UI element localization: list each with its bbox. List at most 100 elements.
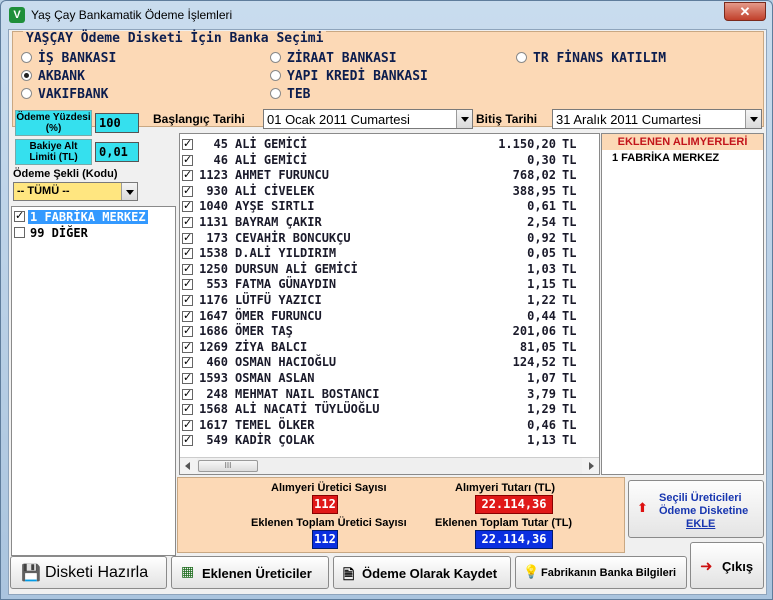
table-row[interactable]: 173 CEVAHİR BONCUKÇU 0,92 TL <box>180 231 599 247</box>
app-window: V Yaş Çay Bankamatik Ödeme İşlemleri ✕ Y… <box>0 0 773 600</box>
table-row[interactable]: 1686 ÖMER TAŞ 201,06 TL <box>180 324 599 340</box>
producer-currency: TL <box>562 230 577 245</box>
added-producers-button[interactable]: ▦ Eklenen Üreticiler <box>171 556 329 589</box>
radio-teb[interactable]: TEB <box>270 87 310 102</box>
producer-amount: 0,05 <box>527 246 556 261</box>
close-button[interactable]: ✕ <box>724 2 766 21</box>
producer-code: 46 <box>213 152 228 167</box>
radio-akbank[interactable]: AKBANK <box>21 69 85 84</box>
checkbox[interactable] <box>182 402 193 416</box>
checkbox[interactable] <box>182 153 193 166</box>
chevron-down-icon[interactable] <box>456 110 472 128</box>
table-row[interactable]: 248 MEHMAT NAIL BOSTANCI 3,79 TL <box>180 387 599 403</box>
table-row[interactable]: 1568 ALİ NACATİ TÜYLÜOĞLU 1,29 TL <box>180 402 599 418</box>
end-date-label: Bitiş Tarihi <box>476 112 538 126</box>
checkbox[interactable] <box>182 199 193 213</box>
added-buyers-list: EKLENEN ALIMYERLERİ 1 FABRİKA MERKEZ <box>601 133 764 475</box>
debt-limit-input[interactable]: 0,01 <box>95 142 139 162</box>
table-row[interactable]: 1176 LÜTFÜ YAZICI 1,22 TL <box>180 293 599 309</box>
factory-bank-info-button[interactable]: 💡 Fabrikanın Banka Bilgileri <box>515 556 687 589</box>
checkbox[interactable] <box>182 262 193 275</box>
table-row[interactable]: 549 KADİR ÇOLAK 1,13 TL <box>180 433 599 449</box>
factory-label: 99 DİĞER <box>30 226 88 240</box>
end-date-value: 31 Aralık 2011 Cumartesi <box>556 112 701 127</box>
checkbox[interactable] <box>182 231 193 244</box>
checkbox[interactable] <box>182 137 193 150</box>
table-row[interactable]: 1593 OSMAN ASLAN 1,07 TL <box>180 371 599 387</box>
producer-name: ÖMER FURUNCU <box>235 308 322 323</box>
checkbox[interactable] <box>182 324 193 338</box>
checkbox[interactable] <box>182 355 193 369</box>
producer-count-value: 112 <box>312 495 338 514</box>
list-item[interactable]: 1 FABRİKA MERKEZ <box>12 209 175 225</box>
document-icon: 🗎 <box>343 567 355 583</box>
table-row[interactable]: 1647 ÖMER FURUNCU 0,44 TL <box>180 309 599 325</box>
table-row[interactable]: 1617 TEMEL ÖLKER 0,46 TL <box>180 418 599 434</box>
radio-ziraat[interactable]: ZİRAAT BANKASI <box>270 51 397 66</box>
list-item[interactable]: 99 DİĞER <box>12 225 175 241</box>
table-row[interactable]: 1538 D.ALİ YILDIRIM 0,05 TL <box>180 246 599 262</box>
radio-label: İŞ BANKASI <box>38 51 117 66</box>
producer-name: DURSUN ALİ GEMİCİ <box>235 261 358 276</box>
radio-is-bankasi[interactable]: İŞ BANKASI <box>21 51 116 66</box>
checkbox[interactable] <box>182 246 193 260</box>
payment-type-select[interactable]: -- TÜMÜ -- <box>13 182 138 201</box>
window-title: Yaş Çay Bankamatik Ödeme İşlemleri <box>31 8 233 22</box>
radio-tr-finans[interactable]: TR FİNANS KATILIM <box>516 51 666 66</box>
table-row[interactable]: 1123 AHMET FURUNCU 768,02 TL <box>180 168 599 184</box>
scroll-right-icon[interactable] <box>582 458 599 474</box>
table-row[interactable]: 46 ALİ GEMİCİ 0,30 TL <box>180 153 599 169</box>
factory-label: 1 FABRİKA MERKEZ <box>28 210 148 224</box>
scroll-left-icon[interactable] <box>180 458 197 474</box>
producer-amount: 0,44 <box>527 308 556 323</box>
table-row[interactable]: 1269 ZİYA BALCI 81,05 TL <box>180 340 599 356</box>
end-date-picker[interactable]: 31 Aralık 2011 Cumartesi <box>552 109 762 129</box>
producer-code: 1123 <box>199 168 228 183</box>
add-to-disk-button[interactable]: ⬆ Seçili Üreticileri Ödeme Disketine EKL… <box>628 480 764 538</box>
table-row[interactable]: 1131 BAYRAM ÇAKIR 2,54 TL <box>180 215 599 231</box>
added-amount-label: Eklenen Toplam Tutar (TL) <box>435 517 573 529</box>
scroll-thumb[interactable]: III <box>198 460 258 472</box>
producer-rows: 45 ALİ GEMİCİ 1.150,20 TL 46 ALİ GEMİCİ 0,30 TL… <box>180 134 599 449</box>
table-icon: ▦ <box>181 564 195 580</box>
producer-name: ALİ NACATİ TÜYLÜOĞLU <box>235 402 380 417</box>
producer-code: 1269 <box>199 339 228 354</box>
checkbox[interactable] <box>182 371 193 384</box>
checkbox[interactable] <box>182 309 193 322</box>
checkbox[interactable] <box>182 418 193 431</box>
horizontal-scrollbar[interactable]: III <box>180 457 599 474</box>
payment-percent-input[interactable]: 100 <box>95 113 139 133</box>
table-row[interactable]: 553 FATMA GÜNAYDIN 1,15 TL <box>180 277 599 293</box>
list-item[interactable]: 1 FABRİKA MERKEZ <box>612 152 719 164</box>
save-as-paid-button[interactable]: 🗎 Ödeme Olarak Kaydet <box>333 556 511 589</box>
checkbox[interactable] <box>182 277 193 291</box>
checkbox[interactable] <box>182 293 193 306</box>
producer-name: AYŞE SIRTLI <box>235 199 315 214</box>
radio-label: TR FİNANS KATILIM <box>533 51 667 66</box>
exit-button[interactable]: ➜ Çıkış <box>690 542 764 589</box>
checkbox[interactable] <box>182 340 193 353</box>
radio-vakifbank[interactable]: VAKIFBANK <box>21 87 108 102</box>
checkbox[interactable] <box>182 215 193 228</box>
chevron-down-icon[interactable] <box>121 183 137 200</box>
checkbox[interactable] <box>182 168 193 182</box>
chevron-down-icon[interactable] <box>745 110 761 128</box>
radio-label: ZİRAAT BANKASI <box>287 51 397 66</box>
producer-amount: 768,02 <box>512 168 556 183</box>
checkbox[interactable] <box>14 227 25 238</box>
table-row[interactable]: 1250 DURSUN ALİ GEMİCİ 1,03 TL <box>180 262 599 278</box>
prepare-disk-button[interactable]: 💾 Disketi Hazırla <box>10 556 167 589</box>
table-row[interactable]: 45 ALİ GEMİCİ 1.150,20 TL <box>180 137 599 153</box>
table-row[interactable]: 1040 AYŞE SIRTLI 0,61 TL <box>180 199 599 215</box>
start-date-picker[interactable]: 01 Ocak 2011 Cumartesi <box>263 109 473 129</box>
added-producers-label: Eklenen Üreticiler <box>202 566 312 581</box>
table-row[interactable]: 930 ALİ CİVELEK 388,95 TL <box>180 184 599 200</box>
producer-code: 1647 <box>199 308 228 323</box>
producer-name: ALİ CİVELEK <box>235 183 315 198</box>
checkbox[interactable] <box>14 209 25 222</box>
checkbox[interactable] <box>182 433 193 447</box>
checkbox[interactable] <box>182 387 193 400</box>
table-row[interactable]: 460 OSMAN HACIOĞLU 124,52 TL <box>180 355 599 371</box>
checkbox[interactable] <box>182 184 193 197</box>
radio-yapi-kredi[interactable]: YAPI KREDİ BANKASI <box>270 69 428 84</box>
